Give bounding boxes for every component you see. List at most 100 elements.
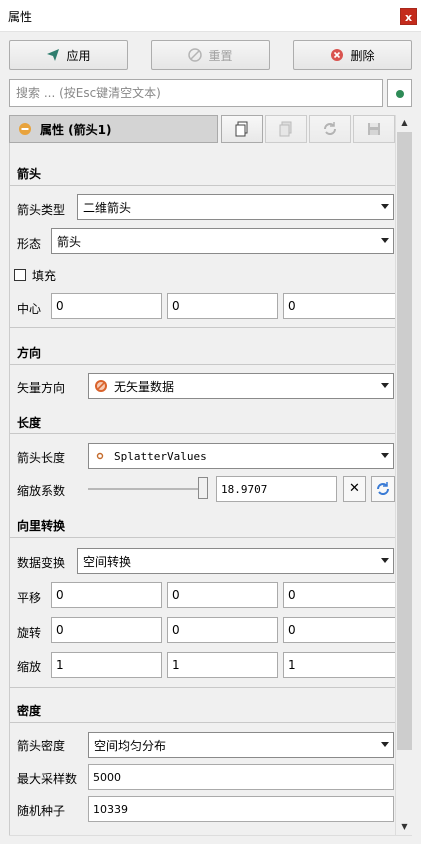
- minus-circle-icon: [19, 123, 31, 135]
- data-transform-label: 数据变换: [17, 556, 66, 570]
- arrow-type-select[interactable]: 二维箭头: [77, 194, 394, 220]
- section-transform-title: 向里转换: [17, 519, 66, 533]
- scale-slider-track[interactable]: [88, 488, 205, 490]
- scale-label: 缩放: [17, 660, 42, 674]
- scroll-down-icon[interactable]: ▼: [396, 819, 413, 835]
- paste-icon: [279, 121, 292, 137]
- object-header-label: 属性 (箭头1): [40, 122, 112, 137]
- arrow-density-select[interactable]: 空间均匀分布: [88, 732, 394, 758]
- refresh-icon: [377, 482, 389, 495]
- section-divider: [10, 364, 395, 365]
- section-divider: [10, 185, 395, 186]
- arrow-density-value: 空间均匀分布: [94, 738, 167, 753]
- point-source-icon: [96, 452, 104, 460]
- reset-icon: [188, 48, 203, 62]
- property-panel: 箭头 箭头类型 二维箭头 形态 箭头 填充 中心 0 0 0 方向 矢量方向 无…: [9, 143, 395, 835]
- translate-y-field[interactable]: 0: [167, 582, 278, 608]
- fill-checkbox[interactable]: [14, 269, 26, 281]
- section-arrow-title: 箭头: [17, 167, 42, 181]
- data-transform-select[interactable]: 空间转换: [77, 548, 394, 574]
- search-box: [9, 79, 383, 107]
- section-divider: [10, 433, 395, 434]
- arrow-length-select[interactable]: SplatterValues: [88, 443, 394, 469]
- section-divider: [10, 687, 395, 688]
- clear-x-icon: ✕: [349, 481, 360, 496]
- title-bar: 属性 x: [0, 0, 421, 32]
- window-title: 属性: [8, 10, 33, 24]
- shape-value: 箭头: [57, 234, 82, 249]
- paste-button[interactable]: [265, 115, 307, 143]
- arrow-type-value: 二维箭头: [83, 200, 132, 215]
- rotate-x-field[interactable]: 0: [51, 617, 162, 643]
- section-density-title: 密度: [17, 704, 42, 718]
- section-divider: [10, 537, 395, 538]
- delete-x-icon: [331, 49, 344, 61]
- reset-button[interactable]: 重置: [151, 40, 270, 70]
- save-icon: [368, 123, 380, 135]
- arrow-density-label: 箭头密度: [17, 739, 66, 753]
- copy-icon: [235, 121, 248, 137]
- scale-y-field[interactable]: 1: [167, 652, 278, 678]
- chevron-down-icon: [381, 383, 389, 388]
- random-seed-label: 随机种子: [17, 804, 66, 818]
- refresh-icon: [324, 122, 336, 135]
- scroll-thumb[interactable]: [397, 132, 412, 750]
- save-button[interactable]: [353, 115, 395, 143]
- object-header[interactable]: 属性 (箭头1): [9, 115, 218, 143]
- shape-select[interactable]: 箭头: [51, 228, 394, 254]
- chevron-down-icon: [381, 204, 389, 209]
- status-dot-icon: [396, 90, 404, 98]
- max-samples-label: 最大采样数: [17, 772, 78, 786]
- scale-factor-field[interactable]: 18.9707: [216, 476, 337, 502]
- clear-scale-button[interactable]: ✕: [343, 476, 366, 502]
- center-y-field[interactable]: 0: [167, 293, 278, 319]
- status-indicator: [387, 79, 412, 107]
- scale-z-field[interactable]: 1: [283, 652, 395, 678]
- vector-direction-value: 无矢量数据: [114, 379, 175, 394]
- random-seed-field[interactable]: 10339: [88, 796, 394, 822]
- rotate-label: 旋转: [17, 626, 42, 640]
- refresh-scale-button[interactable]: [371, 476, 395, 502]
- center-label: 中心: [17, 302, 42, 316]
- close-button[interactable]: x: [400, 8, 417, 25]
- scale-factor-label: 缩放系数: [17, 484, 66, 498]
- vertical-scrollbar[interactable]: ▲ ▼: [395, 115, 412, 835]
- translate-x-field[interactable]: 0: [51, 582, 162, 608]
- translate-label: 平移: [17, 591, 42, 605]
- copy-button[interactable]: [221, 115, 263, 143]
- section-divider: [10, 327, 395, 328]
- vector-direction-select[interactable]: 无矢量数据: [88, 373, 394, 399]
- arrow-type-label: 箭头类型: [17, 203, 66, 217]
- delete-label: 删除: [350, 48, 375, 63]
- data-transform-value: 空间转换: [83, 554, 132, 569]
- translate-z-field[interactable]: 0: [283, 582, 395, 608]
- send-arrow-icon: [47, 49, 60, 61]
- chevron-down-icon: [381, 453, 389, 458]
- section-divider: [10, 722, 395, 723]
- arrow-length-label: 箭头长度: [17, 451, 66, 465]
- chevron-down-icon: [381, 238, 389, 243]
- delete-button[interactable]: 删除: [293, 40, 412, 70]
- section-length-title: 长度: [17, 416, 42, 430]
- max-samples-field[interactable]: 5000: [88, 764, 394, 790]
- rotate-y-field[interactable]: 0: [167, 617, 278, 643]
- refresh-button[interactable]: [309, 115, 351, 143]
- arrow-length-value: SplatterValues: [114, 449, 207, 463]
- reset-label: 重置: [208, 48, 233, 63]
- prohibited-icon: [95, 380, 107, 392]
- rotate-z-field[interactable]: 0: [283, 617, 395, 643]
- vector-direction-label: 矢量方向: [17, 381, 66, 395]
- center-z-field[interactable]: 0: [283, 293, 395, 319]
- bottom-strip: [9, 835, 412, 844]
- scale-x-field[interactable]: 1: [51, 652, 162, 678]
- fill-label: 填充: [32, 269, 57, 283]
- apply-label: 应用: [66, 48, 91, 63]
- search-input[interactable]: [10, 80, 382, 106]
- chevron-down-icon: [381, 742, 389, 747]
- section-direction-title: 方向: [17, 346, 42, 360]
- shape-label: 形态: [17, 237, 42, 251]
- scale-slider-handle[interactable]: [198, 477, 208, 499]
- scroll-up-icon[interactable]: ▲: [396, 115, 413, 131]
- apply-button[interactable]: 应用: [9, 40, 128, 70]
- center-x-field[interactable]: 0: [51, 293, 162, 319]
